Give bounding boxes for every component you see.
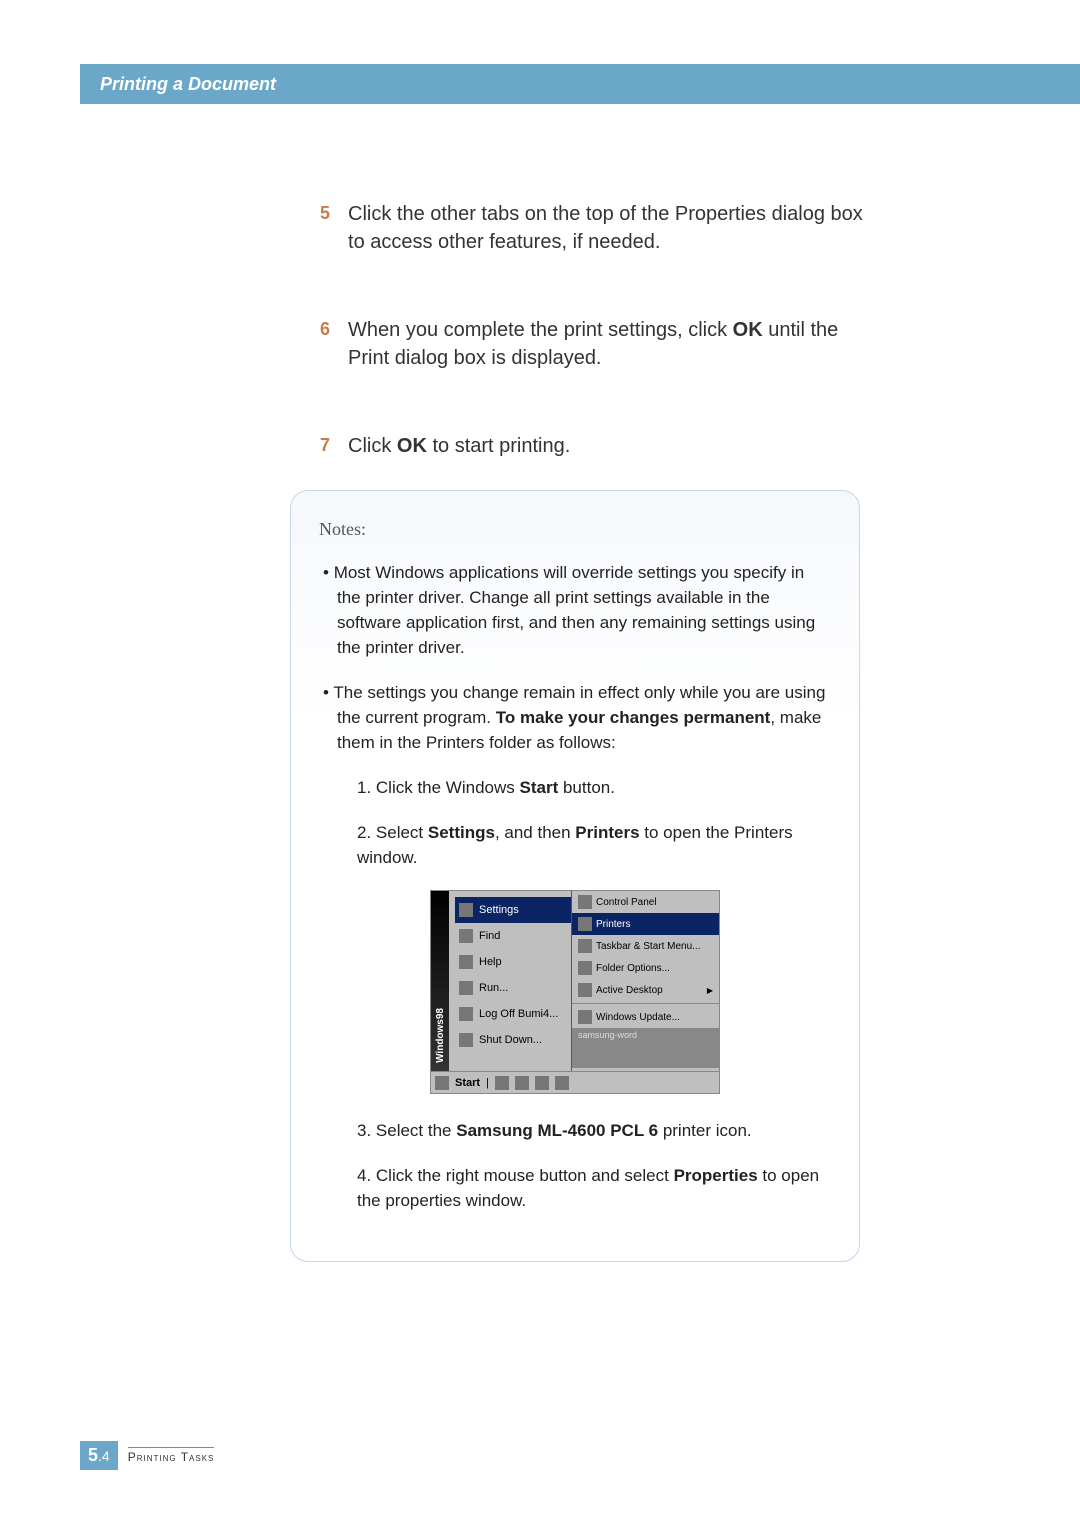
page-minor: .4 — [98, 1448, 110, 1464]
submenu-label: Control Panel — [596, 897, 657, 908]
bold-printers: Printers — [575, 823, 639, 842]
settings-submenu: Control Panel Printers Taskbar & Start M… — [571, 891, 719, 1071]
step-text: Click OK to start printing. — [348, 432, 570, 460]
notes-bullet-2: The settings you change remain in effect… — [319, 680, 831, 755]
step-text: Click the other tabs on the top of the P… — [348, 200, 880, 256]
windows-logo-icon — [435, 1076, 449, 1090]
bold-permanent: To make your changes permanent — [496, 708, 771, 727]
menu-label: Log Off Bumi4... — [479, 1008, 558, 1020]
bold-printer-name: Samsung ML-4600 PCL 6 — [456, 1121, 658, 1140]
windows-screenshot: Windows98 Settings Find Help — [430, 890, 720, 1094]
submenu-label: Active Desktop — [596, 985, 663, 996]
text-part: to start printing. — [427, 435, 570, 457]
submenu-label: Taskbar & Start Menu... — [596, 941, 701, 952]
text-part: 3. Select the — [357, 1121, 456, 1140]
taskbar-separator: | — [486, 1077, 489, 1089]
start-menu-left: Windows98 Settings Find Help — [431, 891, 571, 1071]
tray-icon-4[interactable] — [555, 1076, 569, 1090]
submenu-folder-options[interactable]: Folder Options... — [572, 957, 719, 979]
menu-label: Shut Down... — [479, 1034, 542, 1046]
submenu-taskbar[interactable]: Taskbar & Start Menu... — [572, 935, 719, 957]
taskbar: Start | — [431, 1071, 719, 1093]
menu-item-shutdown[interactable]: Shut Down... — [455, 1027, 571, 1053]
folder-icon — [578, 961, 592, 975]
step-text: When you complete the print settings, cl… — [348, 316, 880, 372]
bold-ok: OK — [397, 435, 427, 457]
submenu-label: Folder Options... — [596, 963, 670, 974]
taskbar-icon — [578, 939, 592, 953]
sidebar-brand: Windows98 — [435, 1008, 446, 1063]
header-title: Printing a Document — [100, 74, 276, 95]
footer-section-title: Printing Tasks — [128, 1447, 215, 1464]
start-button[interactable]: Start — [455, 1077, 480, 1089]
tray-icon-3[interactable] — [535, 1076, 549, 1090]
menu-item-help[interactable]: Help — [455, 949, 571, 975]
menu-label: Help — [479, 956, 502, 968]
chevron-right-icon: ▶ — [707, 986, 713, 995]
page-major: 5 — [88, 1445, 98, 1465]
help-icon — [459, 955, 473, 969]
notes-step-4: 4. Click the right mouse button and sele… — [319, 1163, 831, 1213]
start-menu-items: Settings Find Help Run... — [431, 891, 571, 1053]
notes-box: Notes: Most Windows applications will ov… — [290, 490, 860, 1262]
menu-item-find[interactable]: Find — [455, 923, 571, 949]
start-menu-sidebar: Windows98 — [431, 891, 449, 1071]
step-7: 7 Click OK to start printing. — [320, 432, 880, 460]
submenu-active-desktop[interactable]: Active Desktop ▶ — [572, 979, 719, 1001]
text-part: , and then — [495, 823, 575, 842]
bold-properties: Properties — [674, 1166, 758, 1185]
text-part: Click — [348, 435, 397, 457]
bold-ok: OK — [733, 319, 763, 341]
desktop-icon — [578, 983, 592, 997]
submenu-label: Printers — [596, 919, 630, 930]
tray-icon-1[interactable] — [495, 1076, 509, 1090]
menu-item-settings[interactable]: Settings — [455, 897, 571, 923]
step-5: 5 Click the other tabs on the top of the… — [320, 200, 880, 256]
step-number: 5 — [320, 200, 330, 226]
settings-icon — [459, 903, 473, 917]
notes-bullet-1: Most Windows applications will override … — [319, 560, 831, 660]
step-number: 7 — [320, 432, 330, 458]
logoff-icon — [459, 1007, 473, 1021]
step-number: 6 — [320, 316, 330, 342]
menu-label: Run... — [479, 982, 508, 994]
header-band: Printing a Document — [80, 64, 1080, 104]
submenu-windows-update[interactable]: Windows Update... — [572, 1006, 719, 1028]
menu-separator — [572, 1003, 719, 1004]
bold-start: Start — [520, 778, 559, 797]
text-part: printer icon. — [658, 1121, 752, 1140]
main-content: 5 Click the other tabs on the top of the… — [320, 200, 880, 520]
printers-icon — [578, 917, 592, 931]
menu-label: Settings — [479, 904, 519, 916]
update-icon — [578, 1010, 592, 1024]
control-panel-icon — [578, 895, 592, 909]
submenu-control-panel[interactable]: Control Panel — [572, 891, 719, 913]
submenu-gray-region: samsung-word — [572, 1028, 719, 1068]
notes-step-1: 1. Click the Windows Start button. — [319, 775, 831, 800]
page-footer: 5.4 Printing Tasks — [80, 1441, 214, 1470]
text-part: 1. Click the Windows — [357, 778, 520, 797]
notes-title: Notes: — [319, 519, 831, 540]
menu-label: Find — [479, 930, 500, 942]
text-part: button. — [558, 778, 615, 797]
screenshot-body: Windows98 Settings Find Help — [431, 891, 719, 1071]
bold-settings: Settings — [428, 823, 495, 842]
notes-step-3: 3. Select the Samsung ML-4600 PCL 6 prin… — [319, 1118, 831, 1143]
menu-item-logoff[interactable]: Log Off Bumi4... — [455, 1001, 571, 1027]
menu-item-run[interactable]: Run... — [455, 975, 571, 1001]
text-part: 4. Click the right mouse button and sele… — [357, 1166, 674, 1185]
notes-step-2: 2. Select Settings, and then Printers to… — [319, 820, 831, 870]
submenu-printers[interactable]: Printers — [572, 913, 719, 935]
tray-icon-2[interactable] — [515, 1076, 529, 1090]
text-part: 2. Select — [357, 823, 428, 842]
find-icon — [459, 929, 473, 943]
step-6: 6 When you complete the print settings, … — [320, 316, 880, 372]
text-part: When you complete the print settings, cl… — [348, 319, 733, 341]
gray-label: samsung-word — [578, 1030, 637, 1040]
shutdown-icon — [459, 1033, 473, 1047]
submenu-label: Windows Update... — [596, 1012, 680, 1023]
run-icon — [459, 981, 473, 995]
page-number: 5.4 — [80, 1441, 118, 1470]
